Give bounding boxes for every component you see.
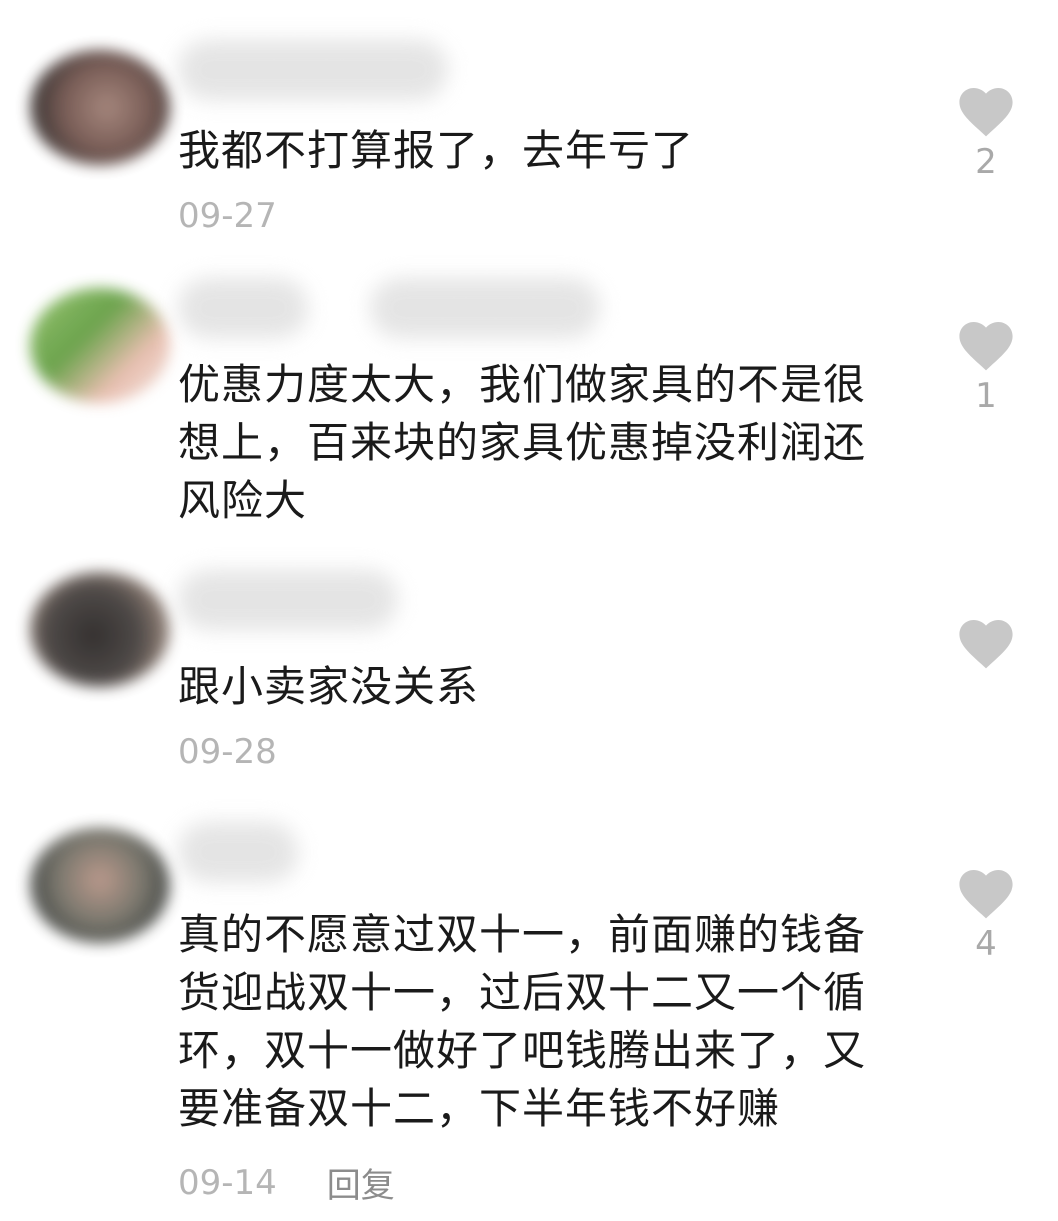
comment-meta: 09-28 — [178, 732, 277, 772]
avatar[interactable] — [30, 828, 170, 943]
reply-button[interactable]: 回复 — [327, 1158, 395, 1207]
heart-icon[interactable] — [955, 84, 1017, 138]
username-blurred[interactable] — [178, 278, 308, 338]
like-count: 2 — [975, 142, 997, 182]
heart-icon[interactable] — [955, 318, 1017, 372]
username-blurred[interactable] — [178, 822, 298, 882]
like-count: 4 — [975, 924, 997, 964]
like-button[interactable]: 2 — [955, 84, 1017, 182]
like-count: 1 — [975, 376, 997, 416]
comment-item: 优惠力度太大，我们做家具的不是很想上，百来块的家具优惠掉没利润还风险大 1 — [0, 260, 1058, 550]
comment-text: 跟小卖家没关系 — [178, 662, 480, 711]
comment-text: 优惠力度太大，我们做家具的不是很想上，百来块的家具优惠掉没利润还风险大 — [178, 360, 867, 525]
comment-meta: 09-14 回复 — [178, 1158, 395, 1207]
comment-text: 真的不愿意过双十一，前面赚的钱备货迎战双十一，过后双十二又一个循环，双十一做好了… — [178, 910, 867, 1133]
comment-text: 我都不打算报了，去年亏了 — [178, 126, 695, 175]
avatar[interactable] — [30, 288, 170, 403]
like-button[interactable]: 4 — [955, 866, 1017, 964]
comment-item: 跟小卖家没关系 09-28 — [0, 550, 1058, 810]
comment-item: 我都不打算报了，去年亏了 09-27 2 — [0, 0, 1058, 260]
comment-meta: 09-27 — [178, 196, 277, 236]
heart-icon[interactable] — [955, 616, 1017, 670]
comment-item: 真的不愿意过双十一，前面赚的钱备货迎战双十一，过后双十二又一个循环，双十一做好了… — [0, 810, 1058, 1221]
username-blurred[interactable] — [178, 40, 448, 100]
heart-icon[interactable] — [955, 866, 1017, 920]
like-button[interactable]: 1 — [955, 318, 1017, 416]
like-button[interactable] — [955, 616, 1017, 670]
username-blurred[interactable] — [178, 570, 398, 630]
avatar[interactable] — [30, 50, 170, 165]
comment-date: 09-28 — [178, 732, 277, 772]
avatar[interactable] — [30, 572, 170, 687]
username-blurred[interactable] — [370, 278, 600, 338]
comment-date: 09-27 — [178, 196, 277, 236]
comment-date: 09-14 — [178, 1162, 277, 1203]
